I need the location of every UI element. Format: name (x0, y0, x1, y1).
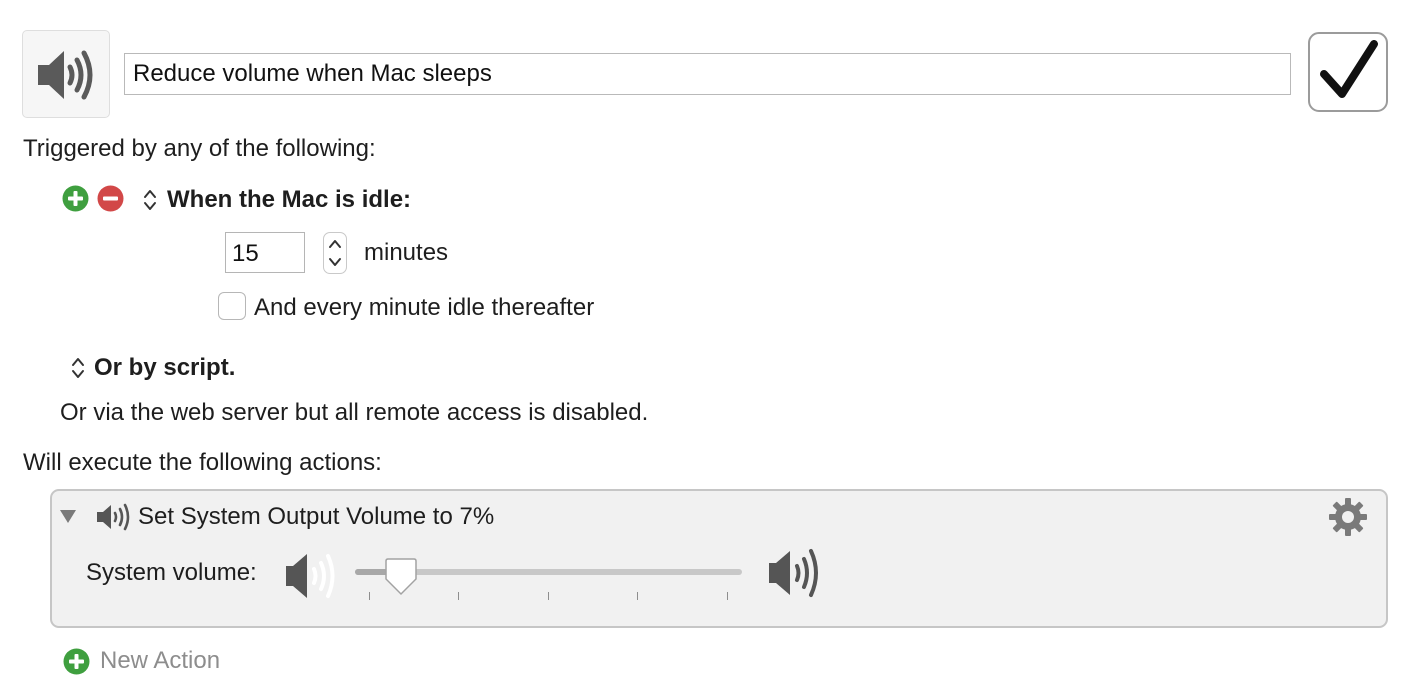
macro-icon[interactable] (22, 30, 110, 118)
action-title[interactable]: Set System Output Volume to 7% (138, 503, 494, 531)
script-trigger-selector[interactable] (71, 356, 85, 380)
macro-enabled-checkbox[interactable] (1308, 32, 1388, 112)
plus-circle-icon (62, 185, 89, 212)
idle-minutes-input[interactable] (225, 232, 305, 273)
minus-circle-icon (97, 185, 124, 212)
repeat-idle-checkbox[interactable] (218, 292, 246, 320)
slider-tick (548, 592, 549, 600)
actions-heading: Will execute the following actions: (23, 449, 382, 476)
repeat-idle-label: And every minute idle thereafter (254, 294, 595, 321)
gear-icon (1329, 498, 1367, 536)
disclosure-triangle-icon (60, 510, 76, 523)
new-action-button[interactable] (63, 648, 90, 675)
checkmark-icon (1320, 40, 1378, 98)
slider-tick (369, 592, 370, 600)
idle-minutes-stepper[interactable] (323, 232, 347, 274)
remove-trigger-button[interactable] (97, 185, 124, 212)
updown-chevron-icon (144, 190, 156, 210)
updown-chevron-icon (72, 358, 84, 378)
slider-tick (727, 592, 728, 600)
system-volume-label: System volume: (86, 559, 257, 586)
volume-slider-thumb[interactable] (384, 557, 418, 602)
volume-high-icon (769, 549, 818, 597)
plus-circle-icon (63, 648, 90, 675)
minutes-label: minutes (364, 239, 449, 266)
action-disclosure-toggle[interactable] (58, 507, 78, 530)
idle-trigger-title: When the Mac is idle: (167, 186, 412, 213)
speaker-volume-icon (38, 50, 93, 100)
add-trigger-button[interactable] (62, 185, 89, 212)
trigger-type-selector[interactable] (143, 188, 157, 212)
volume-low-icon-wrap (285, 550, 349, 607)
stepper-arrows-icon (329, 240, 341, 266)
volume-high-icon-wrap (768, 544, 832, 609)
speaker-volume-icon (97, 503, 130, 531)
triggers-heading: Triggered by any of the following: (23, 135, 376, 162)
action-speaker-icon-wrap (96, 502, 136, 537)
web-server-note: Or via the web server but all remote acc… (60, 399, 649, 426)
macro-name-input[interactable] (124, 53, 1291, 95)
action-gear-button[interactable] (1328, 497, 1368, 542)
slider-tick (637, 592, 638, 600)
script-trigger-title: Or by script. (94, 354, 236, 381)
slider-tick (458, 592, 459, 600)
volume-low-icon (286, 554, 335, 598)
new-action-label[interactable]: New Action (100, 647, 220, 675)
slider-thumb-shape (385, 558, 417, 596)
